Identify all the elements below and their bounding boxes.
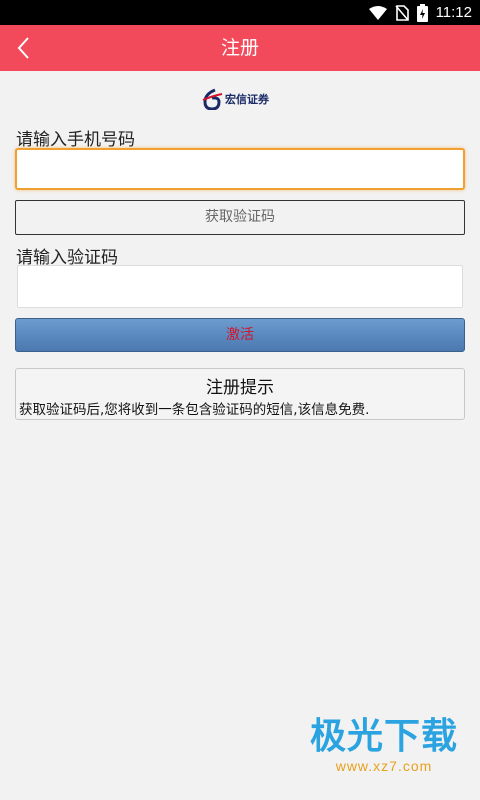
registration-tips: 注册提示 获取验证码后,您将收到一条包含验证码的短信,该信息免费. bbox=[15, 368, 465, 420]
app-bar: 注册 bbox=[0, 25, 480, 71]
brand-logo: 宏信证券 bbox=[201, 86, 269, 112]
verification-code-input[interactable] bbox=[17, 265, 463, 308]
logo-text: 宏信证券 bbox=[225, 94, 269, 106]
status-bar: 11:12 bbox=[0, 0, 480, 25]
status-time: 11:12 bbox=[435, 4, 472, 21]
activate-button[interactable]: 激活 bbox=[15, 318, 465, 352]
status-icons: 11:12 bbox=[368, 3, 472, 22]
battery-charging-icon bbox=[416, 3, 428, 22]
no-sim-icon bbox=[394, 4, 409, 21]
get-code-button[interactable]: 获取验证码 bbox=[15, 200, 465, 235]
watermark-title: 极光下载 bbox=[309, 716, 458, 757]
wifi-icon bbox=[368, 5, 387, 20]
page-title: 注册 bbox=[220, 37, 259, 59]
phone-label: 请输入手机号码 bbox=[16, 130, 135, 150]
watermark-url: www.xz7.com bbox=[335, 758, 433, 774]
tips-text: 获取验证码后,您将收到一条包含验证码的短信,该信息免费. bbox=[19, 402, 370, 418]
back-button[interactable] bbox=[0, 25, 46, 71]
watermark: 极光下载 www.xz7.com bbox=[300, 716, 468, 778]
tips-title: 注册提示 bbox=[206, 378, 274, 398]
chevron-left-icon bbox=[17, 37, 29, 59]
phone-input[interactable] bbox=[15, 148, 465, 190]
logo-mark-icon bbox=[202, 88, 223, 110]
